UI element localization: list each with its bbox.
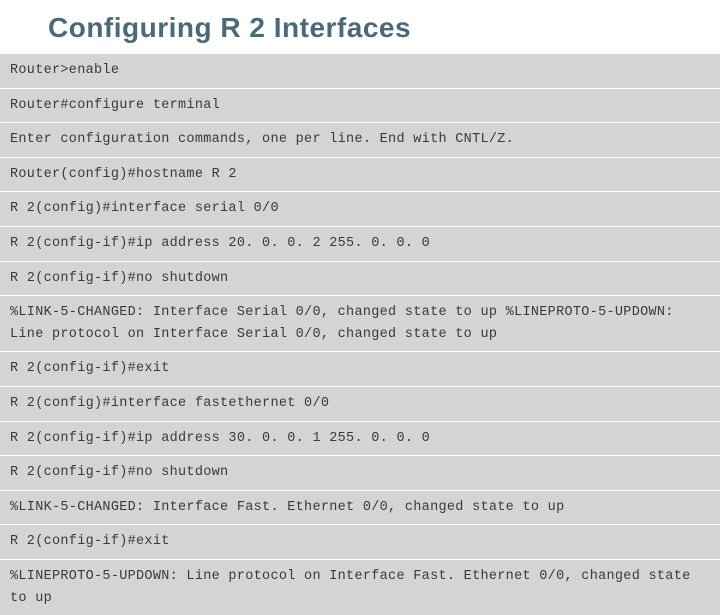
terminal-line: %LINK-5-CHANGED: Interface Serial 0/0, c… — [0, 296, 720, 352]
terminal-line: Router#configure terminal — [0, 89, 720, 124]
terminal-output: Router>enable Router#configure terminal … — [0, 54, 720, 615]
terminal-line: R 2(config-if)#ip address 20. 0. 0. 2 25… — [0, 227, 720, 262]
terminal-line: %LINK-5-CHANGED: Interface Fast. Etherne… — [0, 491, 720, 526]
page-title: Configuring R 2 Interfaces — [0, 0, 720, 54]
terminal-line: Router(config)#hostname R 2 — [0, 158, 720, 193]
terminal-line: R 2(config-if)#exit — [0, 525, 720, 560]
terminal-line: R 2(config-if)#exit — [0, 352, 720, 387]
terminal-line: R 2(config-if)#ip address 30. 0. 0. 1 25… — [0, 422, 720, 457]
terminal-line: R 2(config)#interface serial 0/0 — [0, 192, 720, 227]
terminal-line: R 2(config-if)#no shutdown — [0, 456, 720, 491]
terminal-line: R 2(config)#interface fastethernet 0/0 — [0, 387, 720, 422]
terminal-line: Enter configuration commands, one per li… — [0, 123, 720, 158]
terminal-line: R 2(config-if)#no shutdown — [0, 262, 720, 297]
terminal-line: Router>enable — [0, 54, 720, 89]
terminal-line: %LINEPROTO-5-UPDOWN: Line protocol on In… — [0, 560, 720, 615]
